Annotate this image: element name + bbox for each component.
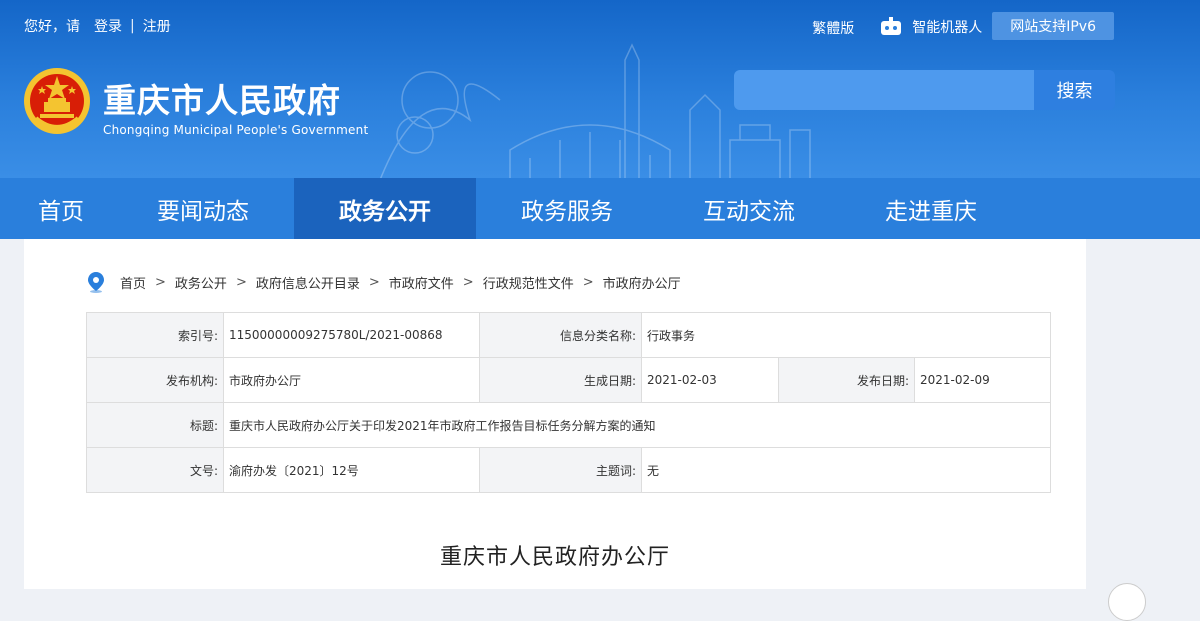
- doc-number-label: 文号:: [86, 447, 224, 493]
- breadcrumb-general-office[interactable]: 市政府办公厅: [603, 273, 681, 292]
- ipv6-badge: 网站支持IPv6: [992, 12, 1114, 40]
- utility-bar: 繁體版 智能机器人 网站支持IPv6: [812, 12, 1114, 40]
- index-label: 索引号:: [86, 312, 224, 358]
- traditional-chinese-link[interactable]: 繁體版: [812, 18, 854, 38]
- table-row: 发布机构: 市政府办公厅 生成日期: 2021-02-03 发布日期: 2021…: [86, 357, 1051, 403]
- location-pin-icon: [88, 272, 104, 293]
- created-date-label: 生成日期:: [479, 357, 642, 403]
- robot-link[interactable]: 智能机器人: [880, 17, 982, 37]
- document-heading: 重庆市人民政府办公厅: [439, 545, 670, 570]
- nav-item-interaction[interactable]: 互动交流: [658, 178, 840, 239]
- index-value: 11500000009275780L/2021-00868: [223, 312, 480, 358]
- subject-value: 无: [641, 447, 1051, 493]
- table-row: 标题: 重庆市人民政府办公厅关于印发2021年市政府工作报告目标任务分解方案的通…: [86, 402, 1051, 448]
- robot-icon: [881, 17, 902, 35]
- breadcrumb-gov-affairs[interactable]: 政务公开: [175, 273, 227, 292]
- breadcrumb-separator: >: [462, 274, 474, 290]
- title-label: 标题:: [86, 402, 224, 448]
- breadcrumb-separator: >: [582, 274, 594, 290]
- login-link[interactable]: 登录: [94, 16, 122, 36]
- search-button[interactable]: 搜索: [1034, 70, 1115, 110]
- greeting-text: 您好，请: [24, 19, 80, 35]
- document-info-table: 索引号: 11500000009275780L/2021-00868 信息分类名…: [86, 312, 1051, 493]
- main-content: 首页 > 政务公开 > 政府信息公开目录 > 市政府文件 > 行政规范性文件 >…: [24, 239, 1086, 589]
- breadcrumb-info-catalog[interactable]: 政府信息公开目录: [256, 273, 360, 292]
- breadcrumb-gov-documents[interactable]: 市政府文件: [389, 273, 454, 292]
- breadcrumb-separator: >: [368, 274, 380, 290]
- category-label: 信息分类名称:: [479, 312, 642, 358]
- site-subtitle: Chongqing Municipal People's Government: [103, 123, 369, 137]
- breadcrumb-home[interactable]: 首页: [120, 273, 146, 292]
- robot-label: 智能机器人: [912, 20, 983, 36]
- search-input[interactable]: [734, 70, 1034, 110]
- nav-item-home[interactable]: 首页: [0, 178, 112, 239]
- breadcrumb-separator: >: [235, 274, 247, 290]
- nav-item-gov-affairs[interactable]: 政务公开: [294, 178, 476, 239]
- nav-item-services[interactable]: 政务服务: [476, 178, 658, 239]
- org-value: 市政府办公厅: [223, 357, 480, 403]
- title-value: 重庆市人民政府办公厅关于印发2021年市政府工作报告目标任务分解方案的通知: [223, 402, 1051, 448]
- published-date-label: 发布日期:: [778, 357, 915, 403]
- doc-number-value: 渝府办发〔2021〕12号: [223, 447, 480, 493]
- site-title[interactable]: 重庆市人民政府: [103, 74, 341, 122]
- register-link[interactable]: 注册: [143, 16, 171, 36]
- nav-item-news[interactable]: 要闻动态: [112, 178, 294, 239]
- published-date-value: 2021-02-09: [914, 357, 1051, 403]
- breadcrumb: 首页 > 政务公开 > 政府信息公开目录 > 市政府文件 > 行政规范性文件 >…: [86, 271, 681, 293]
- table-row: 文号: 渝府办发〔2021〕12号 主题词: 无: [86, 447, 1051, 493]
- table-row: 索引号: 11500000009275780L/2021-00868 信息分类名…: [86, 312, 1051, 358]
- subject-label: 主题词:: [479, 447, 642, 493]
- breadcrumb-normative-documents[interactable]: 行政规范性文件: [483, 273, 574, 292]
- login-divider: |: [130, 18, 135, 34]
- main-nav: 首页 要闻动态 政务公开 政务服务 互动交流 走进重庆: [0, 178, 1200, 239]
- org-label: 发布机构:: [86, 357, 224, 403]
- created-date-value: 2021-02-03: [641, 357, 779, 403]
- category-value: 行政事务: [641, 312, 1051, 358]
- login-bar: 您好，请 登录 | 注册: [24, 16, 171, 36]
- national-emblem-icon: [24, 68, 90, 134]
- breadcrumb-separator: >: [155, 274, 166, 290]
- nav-item-about-chongqing[interactable]: 走进重庆: [840, 178, 1022, 239]
- site-header: 您好，请 登录 | 注册 繁體版 智能机器人 网站支持IPv6 重庆市人民政府 …: [0, 0, 1200, 178]
